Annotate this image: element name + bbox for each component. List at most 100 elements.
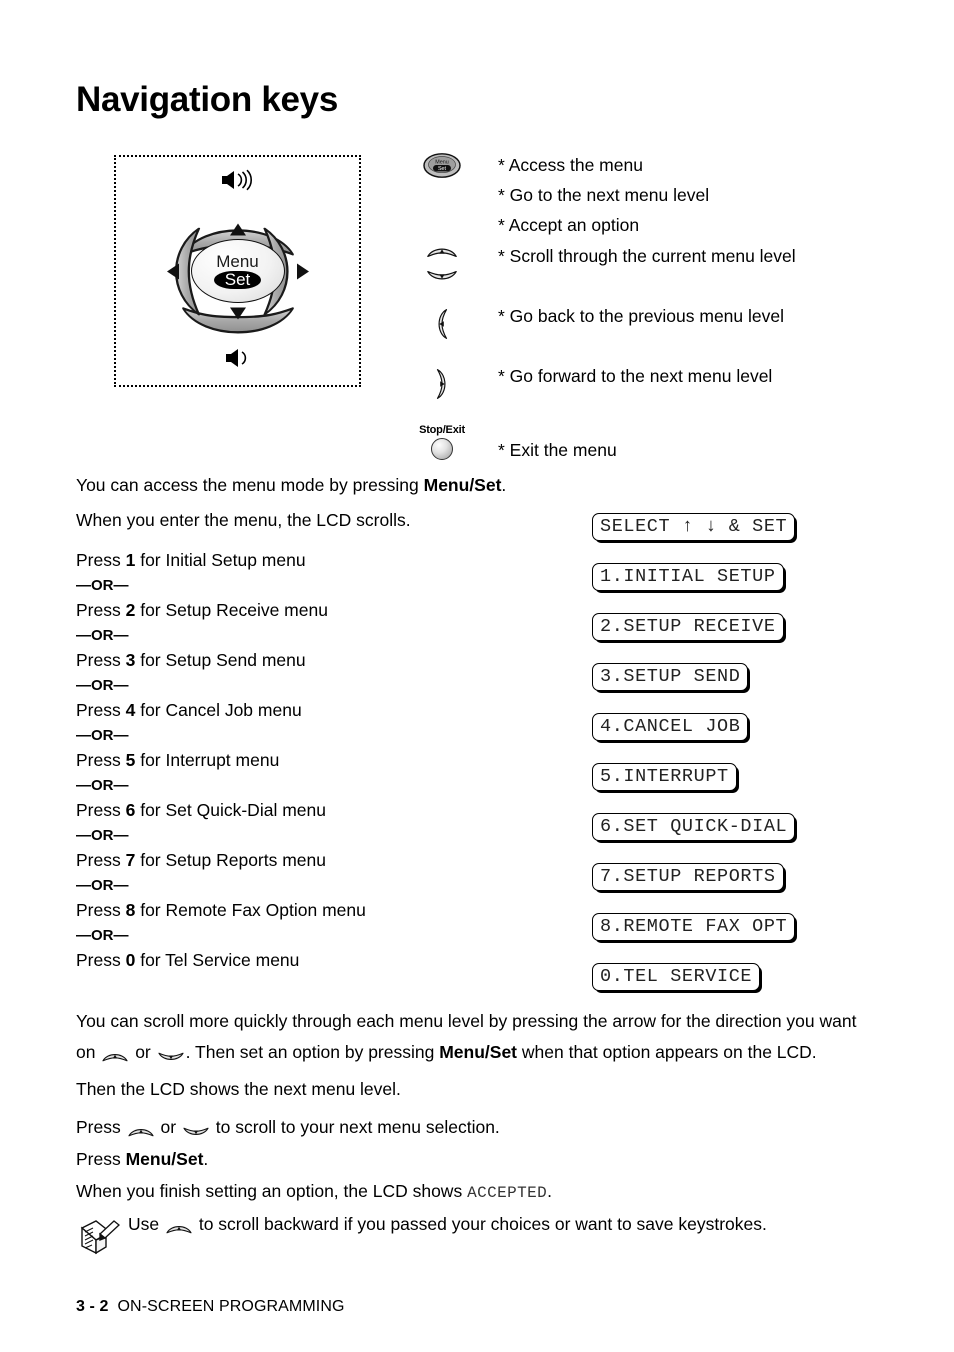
lcd-text: 4.CANCEL JOB	[592, 713, 749, 741]
press-key: 3	[125, 650, 136, 670]
press-menuset-paragraph: Press Menu/Set.	[76, 1144, 866, 1175]
accepted-pre: When you finish setting an option, the L…	[76, 1181, 468, 1201]
legend-row-stopexit: Stop/Exit * Exit the menu	[414, 424, 884, 470]
press-key: 0	[125, 950, 136, 970]
lcd-screen: 6.SET QUICK-DIAL	[592, 813, 796, 841]
stop-exit-circle	[431, 438, 453, 460]
lcd-text: 6.SET QUICK-DIAL	[592, 813, 796, 841]
navigation-keypad-diagram: Menu Set	[114, 155, 361, 387]
legend-left-text: * Go back to the previous menu level	[498, 306, 784, 326]
scroll-text-2: or	[130, 1042, 156, 1062]
note-text-2: to scroll backward if you passed your ch…	[193, 1214, 767, 1234]
legend-updown-text: * Scroll through the current menu level	[498, 246, 796, 266]
lcd-screen: 0.TEL SERVICE	[592, 963, 761, 991]
or-separator: —OR—	[76, 777, 129, 794]
lcd-screen: 1.INITIAL SETUP	[592, 563, 784, 591]
lcd-text: 8.REMOTE FAX OPT	[592, 913, 796, 941]
lcd-text: 3.SETUP SEND	[592, 663, 749, 691]
left-key-icon	[414, 306, 470, 347]
press-key: 6	[125, 800, 136, 820]
scroll-text-3: . Then set an option by pressing	[185, 1042, 440, 1062]
press-pre: Press	[76, 600, 126, 620]
press-item: Press 6 for Set Quick-Dial menu	[76, 798, 546, 823]
press-scroll-text-2: or	[155, 1117, 181, 1137]
lcd-screen: SELECT ↑ ↓ & SET	[592, 513, 796, 541]
press-pre: Press	[76, 850, 126, 870]
press-post: for Remote Fax Option menu	[135, 900, 366, 920]
press-item: Press 4 for Cancel Job menu	[76, 698, 546, 723]
legend-menuset-line-3: * Accept an option	[498, 215, 640, 235]
press-post: for Initial Setup menu	[135, 550, 306, 570]
legend-menuset-line-1: * Access the menu	[498, 155, 643, 175]
press-item: Press 5 for Interrupt menu	[76, 748, 546, 773]
legend-row-right: * Go forward to the next menu level	[414, 362, 884, 424]
accepted-post: .	[547, 1181, 552, 1201]
footer-section-title: ON-SCREEN PROGRAMMING	[117, 1298, 345, 1315]
page-title: Navigation keys	[76, 80, 338, 119]
press-post: for Interrupt menu	[135, 750, 280, 770]
arrow-down-key	[181, 307, 294, 334]
press-post: for Tel Service menu	[135, 950, 300, 970]
press-key: 4	[125, 700, 136, 720]
scroll-instruction-paragraph: You can scroll more quickly through each…	[76, 1006, 866, 1105]
scroll-up-key-icon	[100, 1043, 130, 1074]
lcd-screen: 3.SETUP SEND	[592, 663, 749, 691]
or-separator: —OR—	[76, 627, 129, 644]
intro-1-pre: You can access the menu mode by pressing	[76, 475, 424, 495]
press-item: Press 2 for Setup Receive menu	[76, 598, 546, 623]
legend-row-left: * Go back to the previous menu level	[414, 302, 884, 362]
menu-set-button-icon: Menu Set	[414, 152, 470, 184]
svg-text:Menu: Menu	[435, 160, 448, 166]
lcd-screen: 4.CANCEL JOB	[592, 713, 749, 741]
press-pre: Press	[76, 750, 126, 770]
press-scroll-text-1: Press	[76, 1117, 126, 1137]
scroll-down-key-icon	[414, 268, 470, 289]
press-item: Press 7 for Setup Reports menu	[76, 848, 546, 873]
press-item: Press 3 for Setup Send menu	[76, 648, 546, 673]
accepted-lcd-text: ACCEPTED	[467, 1184, 548, 1202]
stop-exit-button-icon: Stop/Exit	[414, 424, 470, 460]
press-post: for Cancel Job menu	[135, 700, 302, 720]
menu-set-button[interactable]: Menu Set	[190, 239, 285, 303]
intro-1-post: .	[501, 475, 507, 495]
scroll-text-bold: Menu/Set	[439, 1042, 518, 1062]
legend-row-updown: * Scroll through the current menu level	[414, 242, 884, 302]
lcd-text: 1.INITIAL SETUP	[592, 563, 784, 591]
press-item: Press 1 for Initial Setup menu	[76, 548, 546, 573]
note-block: Use to scroll backward if you passed you…	[76, 1210, 866, 1255]
key-function-legend: Menu Set * Access the menu * Go to the n…	[414, 150, 884, 470]
or-separator: —OR—	[76, 577, 129, 594]
legend-menuset-line-2: * Go to the next menu level	[498, 185, 710, 205]
scroll-up-key-icon	[414, 244, 470, 265]
press-pre: Press	[76, 800, 126, 820]
lcd-text: 5.INTERRUPT	[592, 763, 737, 791]
svg-text:Set: Set	[438, 166, 447, 172]
stop-exit-label: Stop/Exit	[419, 424, 465, 436]
accepted-paragraph: When you finish setting an option, the L…	[76, 1176, 866, 1209]
press-item: Press 0 for Tel Service menu	[76, 948, 546, 973]
press-key: 5	[125, 750, 136, 770]
lcd-text: 0.TEL SERVICE	[592, 963, 761, 991]
footer-page-number: 3 - 2	[76, 1298, 109, 1315]
lcd-text: 7.SETUP REPORTS	[592, 863, 784, 891]
or-separator: —OR—	[76, 677, 129, 694]
note-pad-pencil-icon	[76, 1212, 122, 1256]
lcd-screen: 2.SETUP RECEIVE	[592, 613, 784, 641]
press-pre: Press	[76, 700, 126, 720]
lcd-text: SELECT ↑ ↓ & SET	[592, 513, 796, 541]
lcd-screen-list: SELECT ↑ ↓ & SET 1.INITIAL SETUP 2.SETUP…	[592, 513, 796, 1013]
or-separator: —OR—	[76, 927, 129, 944]
scroll-text-5: Then the LCD shows the next menu level.	[76, 1079, 401, 1099]
scroll-down-key-icon	[156, 1043, 186, 1074]
scroll-up-key-icon	[164, 1216, 194, 1245]
lcd-screen: 5.INTERRUPT	[592, 763, 737, 791]
document-page: Navigation keys Menu Set Menu Set * Acce…	[0, 0, 954, 1352]
right-key-icon	[414, 366, 470, 407]
note-text: Use to scroll backward if you passed you…	[128, 1210, 866, 1245]
set-label: Set	[213, 271, 262, 289]
lcd-text: 2.SETUP RECEIVE	[592, 613, 784, 641]
legend-stopexit-text: * Exit the menu	[498, 440, 617, 460]
note-text-1: Use	[128, 1214, 164, 1234]
press-options-list: Press 1 for Initial Setup menu —OR— Pres…	[76, 548, 546, 973]
press-post: for Setup Receive menu	[135, 600, 328, 620]
